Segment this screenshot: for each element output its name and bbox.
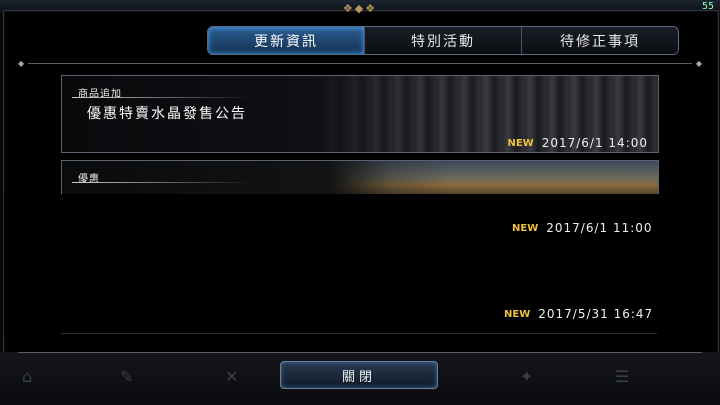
- notice-title: 優惠特賣水晶發售公告: [87, 106, 247, 122]
- notice-tag-underline: [72, 97, 252, 98]
- notice-card[interactable]: 商品追加 優惠特賣水晶發售公告 NEW 2017/6/1 14:00: [61, 75, 659, 153]
- notice-meta: NEW 2017/5/31 16:47: [504, 307, 653, 321]
- party-icon: ✎: [120, 366, 134, 386]
- nav-ghost-item: ✕: [225, 361, 238, 391]
- close-button[interactable]: 關閉: [280, 361, 438, 389]
- notice-date: 2017/6/1 11:00: [546, 221, 653, 235]
- notice-meta: NEW 2017/6/1 14:00: [507, 136, 648, 150]
- notice-date: 2017/5/31 16:47: [538, 307, 654, 321]
- nav-ghost-home: ⌂: [22, 361, 32, 391]
- divider-cap-icon: ◆: [695, 59, 702, 68]
- notice-date: 2017/6/1 14:00: [541, 136, 648, 150]
- shop-icon: ✦: [520, 366, 534, 386]
- divider: ◆ ◆: [18, 59, 702, 68]
- notice-meta: NEW 2017/6/1 11:00: [512, 221, 653, 235]
- nav-ghost-item: ☰: [615, 361, 629, 391]
- tab-bar: 更新資訊 特別活動 待修正事項: [207, 26, 679, 55]
- new-badge: NEW: [504, 308, 531, 320]
- home-icon: ⌂: [22, 366, 33, 386]
- tab-pending-fixes[interactable]: 待修正事項: [521, 27, 678, 54]
- new-badge: NEW: [507, 137, 534, 149]
- new-badge: NEW: [512, 222, 539, 234]
- nav-ghost-item: ✦: [520, 361, 533, 391]
- divider-cap-icon: ◆: [18, 59, 25, 68]
- swords-icon: ✕: [225, 366, 239, 386]
- menu-icon: ☰: [615, 366, 630, 386]
- nav-ghost-item: ✎: [120, 361, 133, 391]
- tab-special-events[interactable]: 特別活動: [364, 27, 521, 54]
- ornament-icon: ❖◆❖: [342, 1, 378, 15]
- tab-updates[interactable]: 更新資訊: [208, 27, 364, 54]
- list-bottom-line: [61, 333, 657, 334]
- notice-tag-underline: [72, 182, 252, 183]
